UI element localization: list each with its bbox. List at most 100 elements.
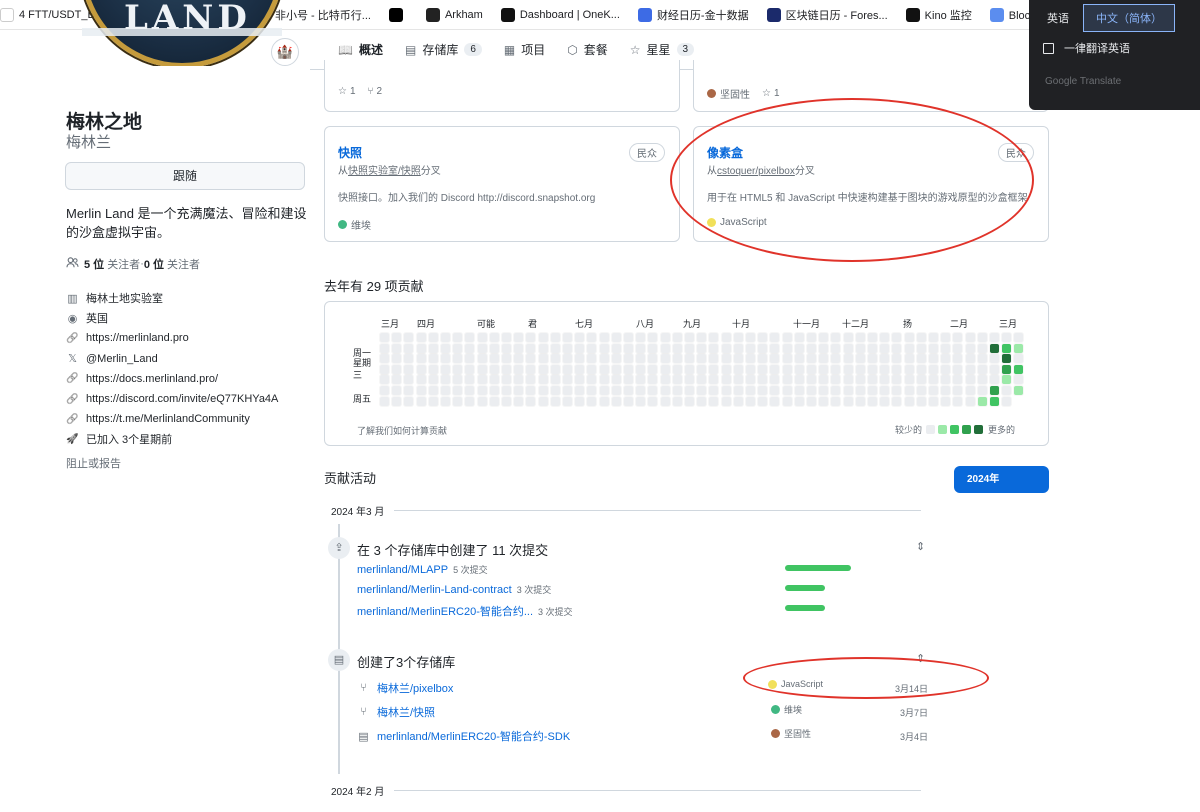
contribution-cell[interactable] [830, 332, 842, 343]
commits-event-title[interactable]: 在 3 个存储库中创建了 11 次提交 [357, 540, 548, 559]
commit-count[interactable]: 3 次提交 [517, 583, 552, 596]
contribution-cell[interactable] [757, 332, 769, 343]
contribution-cell[interactable] [391, 363, 403, 375]
contribution-cell[interactable] [940, 332, 952, 343]
avatar[interactable]: LAND [82, 0, 282, 66]
contribution-cell[interactable] [806, 374, 817, 386]
contribution-cell[interactable] [379, 342, 390, 354]
contribution-cell[interactable] [879, 332, 891, 343]
contribution-cell[interactable] [549, 385, 561, 396]
contribution-cell[interactable] [830, 374, 842, 386]
contribution-cell[interactable] [501, 363, 512, 375]
contribution-cell[interactable] [1013, 332, 1025, 343]
contribution-cell[interactable] [562, 385, 573, 396]
contribution-cell[interactable] [647, 353, 659, 365]
contribution-cell[interactable] [757, 395, 769, 407]
contribution-cell[interactable] [903, 395, 915, 407]
contribution-cell[interactable] [1013, 342, 1025, 354]
contribution-cell[interactable] [867, 385, 878, 396]
contribution-cell[interactable] [745, 374, 756, 386]
contribution-cell[interactable] [403, 353, 415, 365]
contribution-cell[interactable] [525, 332, 537, 343]
contribution-cell[interactable] [574, 342, 586, 354]
contribution-cell[interactable] [391, 353, 403, 365]
profile-detail-item[interactable]: 🔗 https://discord.com/invite/eQ77KHYa4A [66, 389, 278, 409]
contribution-cell[interactable] [440, 385, 451, 396]
contribution-cell[interactable] [574, 395, 586, 407]
contribution-cell[interactable] [720, 332, 732, 343]
contribution-cell[interactable] [647, 332, 659, 343]
commit-repo-link[interactable]: merlinland/Merlin-Land-contract [357, 584, 512, 596]
contribution-cell[interactable] [488, 385, 500, 396]
contribution-cell[interactable] [427, 363, 439, 375]
contribution-cell[interactable] [623, 342, 634, 354]
contribution-cell[interactable] [684, 385, 695, 396]
contribution-cell[interactable] [635, 332, 647, 343]
contribution-cell[interactable] [903, 332, 915, 343]
contribution-cell[interactable] [867, 342, 878, 354]
contribution-cell[interactable] [964, 332, 976, 343]
contribution-cell[interactable] [720, 395, 732, 407]
commit-repo-link[interactable]: merlinland/MerlinERC20-智能合约... [357, 603, 533, 619]
contribution-cell[interactable] [476, 332, 488, 343]
contribution-cell[interactable] [793, 332, 805, 343]
contribution-cell[interactable] [464, 332, 476, 343]
contribution-cell[interactable] [854, 332, 866, 343]
contribution-cell[interactable] [671, 332, 683, 343]
contribution-cell[interactable] [1013, 374, 1025, 386]
contribution-cell[interactable] [513, 332, 525, 343]
contribution-cell[interactable] [403, 363, 415, 375]
profile-detail-text[interactable]: https://discord.com/invite/eQ77KHYa4A [86, 393, 278, 405]
contribution-cell[interactable] [598, 353, 610, 365]
contribution-cell[interactable] [745, 395, 756, 407]
contribution-cell[interactable] [891, 374, 903, 386]
contribution-cell[interactable] [610, 374, 622, 386]
contribution-cell[interactable] [757, 374, 769, 386]
contribution-cell[interactable] [391, 395, 403, 407]
contribution-cell[interactable] [830, 353, 842, 365]
contribution-cell[interactable] [781, 395, 793, 407]
contribution-cell[interactable] [928, 385, 939, 396]
contribution-cell[interactable] [976, 374, 988, 386]
contribution-cell[interactable] [818, 395, 830, 407]
contribution-cell[interactable] [757, 363, 769, 375]
contribution-cell[interactable] [989, 385, 1000, 396]
contribution-cell[interactable] [720, 374, 732, 386]
contribution-cell[interactable] [1001, 342, 1013, 354]
contribution-cell[interactable] [952, 332, 964, 343]
contribution-cell[interactable] [915, 395, 927, 407]
contribution-cell[interactable] [586, 353, 598, 365]
contribution-cell[interactable] [781, 363, 793, 375]
contribution-cell[interactable] [891, 353, 903, 365]
always-translate-option[interactable]: 一律翻译英语 [1029, 32, 1200, 64]
contribution-cell[interactable] [879, 374, 891, 386]
contribution-cell[interactable] [976, 363, 988, 375]
contribution-cell[interactable] [854, 363, 866, 375]
contribution-cell[interactable] [623, 395, 634, 407]
contribution-cell[interactable] [684, 342, 695, 354]
contribution-cell[interactable] [915, 363, 927, 375]
contribution-cell[interactable] [501, 353, 512, 365]
contribution-cell[interactable] [976, 332, 988, 343]
contribution-cell[interactable] [391, 374, 403, 386]
contribution-cell[interactable] [501, 385, 512, 396]
contribution-cell[interactable] [903, 385, 915, 396]
contribution-cell[interactable] [440, 374, 451, 386]
contribution-cell[interactable] [440, 395, 451, 407]
contribution-cell[interactable] [732, 353, 744, 365]
contribution-cell[interactable] [586, 385, 598, 396]
contribution-cell[interactable] [501, 342, 512, 354]
contribution-cell[interactable] [989, 363, 1000, 375]
contribution-cell[interactable] [562, 374, 573, 386]
contribution-cell[interactable] [818, 342, 830, 354]
contribution-cell[interactable] [745, 342, 756, 354]
contribution-cell[interactable] [940, 385, 952, 396]
contribution-cell[interactable] [647, 395, 659, 407]
contribution-cell[interactable] [464, 374, 476, 386]
contribution-cell[interactable] [501, 332, 512, 343]
contribution-cell[interactable] [903, 374, 915, 386]
contribution-cell[interactable] [635, 374, 647, 386]
contribution-cell[interactable] [647, 385, 659, 396]
contribution-cell[interactable] [842, 342, 854, 354]
contribution-cell[interactable] [964, 395, 976, 407]
